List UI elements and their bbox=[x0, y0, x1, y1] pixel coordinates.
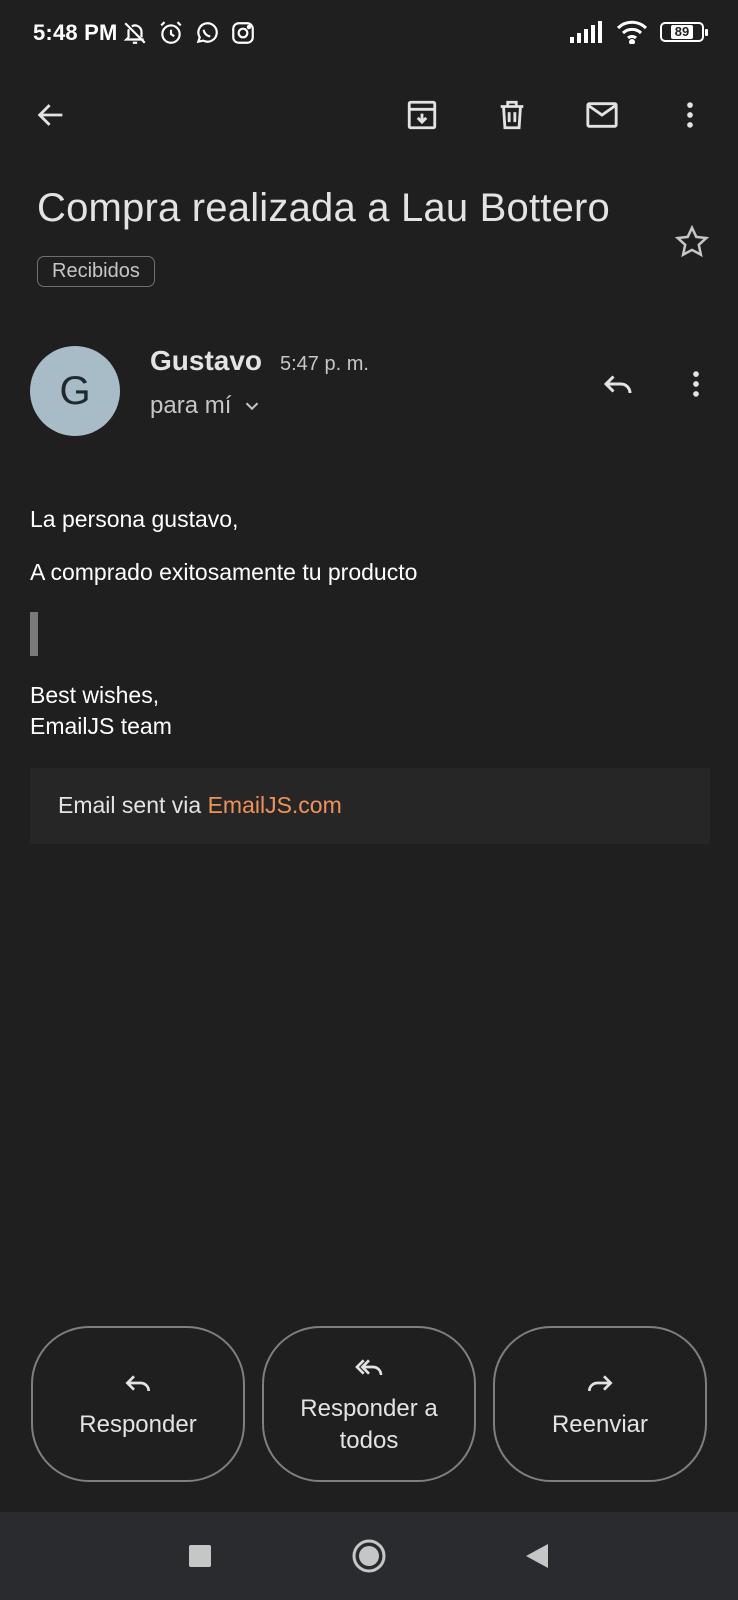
forward-label: Reenviar bbox=[551, 1411, 649, 1438]
status-time: 5:48 PM bbox=[33, 20, 118, 45]
reply-button[interactable]: Responder bbox=[31, 1326, 245, 1482]
delete-icon bbox=[500, 100, 524, 130]
home-button[interactable] bbox=[345, 1532, 393, 1580]
body-line: A comprado exitosamente tu producto bbox=[30, 559, 418, 585]
recents-button[interactable] bbox=[176, 1532, 224, 1580]
star-icon bbox=[674, 224, 710, 258]
status-bar: 5:48 PM 89 bbox=[0, 0, 738, 68]
reply-icon-button[interactable] bbox=[594, 360, 642, 408]
quote-bar bbox=[30, 612, 38, 656]
battery-icon: 89 bbox=[660, 22, 708, 42]
sender-name: Gustavo bbox=[150, 345, 263, 376]
reply-label: Responder bbox=[79, 1411, 197, 1438]
star-button[interactable] bbox=[668, 218, 716, 266]
body-signoff: Best wishes, bbox=[30, 682, 160, 708]
reply-all-label: Responder a todos bbox=[300, 1395, 438, 1454]
wifi-icon bbox=[616, 20, 648, 44]
more-vert-icon bbox=[693, 371, 699, 397]
system-nav-bar bbox=[0, 1512, 738, 1600]
inbox-label-chip[interactable]: Recibidos bbox=[37, 256, 155, 287]
email-subject: Compra realizada a Lau Bottero bbox=[37, 186, 610, 230]
back-nav-button[interactable] bbox=[513, 1532, 561, 1580]
reply-all-button[interactable]: Responder a todos bbox=[262, 1326, 476, 1482]
sender-avatar[interactable]: G bbox=[30, 346, 120, 436]
triangle-back-icon bbox=[526, 1544, 548, 1568]
back-button[interactable] bbox=[23, 87, 79, 143]
footer-prefix: Email sent via bbox=[58, 792, 208, 818]
alarm-icon bbox=[160, 21, 182, 44]
mark-unread-icon bbox=[586, 102, 618, 128]
reply-icon bbox=[603, 375, 632, 394]
delete-button[interactable] bbox=[484, 87, 540, 143]
signal-icon bbox=[570, 21, 602, 43]
email-footer: Email sent via EmailJS.com bbox=[30, 768, 710, 844]
instagram-icon bbox=[232, 22, 254, 44]
whatsapp-icon bbox=[196, 22, 218, 44]
back-arrow-icon bbox=[37, 104, 63, 126]
forward-icon bbox=[588, 1375, 613, 1392]
emailjs-link[interactable]: EmailJS.com bbox=[208, 792, 342, 818]
circle-icon bbox=[352, 1539, 386, 1573]
footer-text: Email sent via EmailJS.com bbox=[58, 792, 342, 819]
body-signature: EmailJS team bbox=[30, 713, 172, 739]
chevron-down-icon bbox=[246, 402, 259, 411]
status-notification-icons bbox=[122, 20, 256, 46]
forward-button[interactable]: Reenviar bbox=[493, 1326, 707, 1482]
archive-icon bbox=[407, 100, 437, 130]
body-greeting: La persona gustavo, bbox=[30, 506, 239, 532]
bell-off-icon bbox=[123, 22, 146, 44]
reply-icon bbox=[125, 1375, 150, 1392]
square-icon bbox=[189, 1545, 211, 1567]
more-options-button[interactable] bbox=[662, 87, 718, 143]
email-time: 5:47 p. m. bbox=[280, 353, 369, 375]
message-more-button[interactable] bbox=[672, 360, 720, 408]
reply-all-icon bbox=[355, 1359, 383, 1376]
status-system-icons: 89 bbox=[570, 20, 708, 44]
top-app-bar bbox=[0, 80, 738, 150]
mark-unread-button[interactable] bbox=[574, 87, 630, 143]
more-vert-icon bbox=[687, 102, 693, 128]
recipients-text: para mí bbox=[150, 392, 232, 419]
recipients-toggle[interactable]: para mí bbox=[150, 392, 263, 420]
archive-button[interactable] bbox=[394, 87, 450, 143]
battery-level: 89 bbox=[670, 25, 694, 39]
